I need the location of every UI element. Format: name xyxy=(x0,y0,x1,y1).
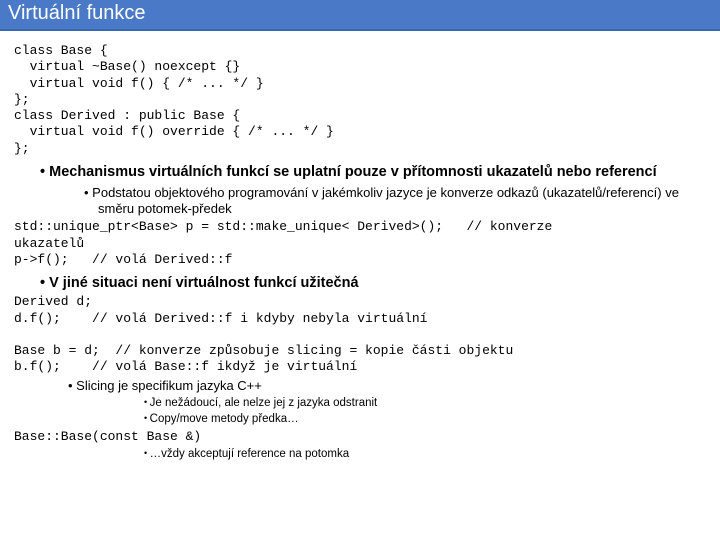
bullet-level2: Slicing je specifikum jazyka C++ xyxy=(68,378,706,394)
bullet-level1: Mechanismus virtuálních funkcí se uplatn… xyxy=(40,163,706,181)
bullet-level1: V jiné situaci není virtuálnost funkcí u… xyxy=(40,274,706,292)
code-block-1: class Base { virtual ~Base() noexcept {}… xyxy=(14,43,706,157)
bullet-level3: Je nežádoucí, ale nelze jej z jazyka ods… xyxy=(144,396,706,410)
slide-title: Virtuální funkce xyxy=(0,0,720,31)
code-block-3: Derived d; d.f(); // volá Derived::f i k… xyxy=(14,294,706,375)
bullet-level2: Podstatou objektového programování v jak… xyxy=(84,185,706,218)
bullet-level3: …vždy akceptují reference na potomka xyxy=(144,447,706,461)
code-block-2: std::unique_ptr<Base> p = std::make_uniq… xyxy=(14,219,706,268)
code-block-4: Base::Base(const Base &) xyxy=(14,429,706,445)
slide-body: class Base { virtual ~Base() noexcept {}… xyxy=(0,31,720,465)
bullet-level3: Copy/move metody předka… xyxy=(144,412,706,426)
